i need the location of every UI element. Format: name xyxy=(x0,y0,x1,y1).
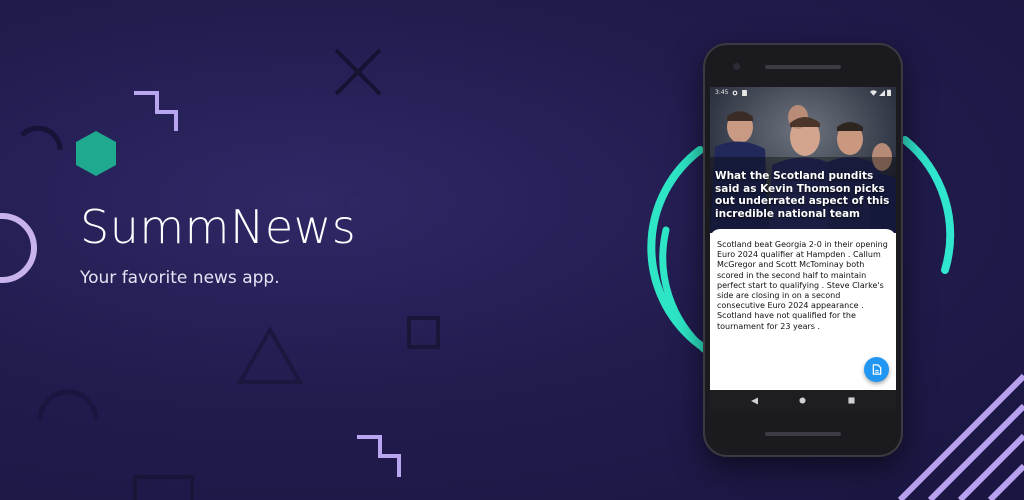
diagonal-stripe-4 xyxy=(987,463,1024,500)
triangle-decoration xyxy=(236,325,304,384)
wifi-icon xyxy=(870,89,877,96)
bottom-square-decoration xyxy=(133,475,194,500)
summary-fab-button[interactable] xyxy=(864,357,889,382)
phone-mockup: What the Scotland pundits said as Kevin … xyxy=(703,43,903,457)
lavender-ring-decoration xyxy=(0,213,37,283)
nav-home-button[interactable] xyxy=(793,394,813,408)
settings-icon xyxy=(733,90,738,95)
recents-icon xyxy=(848,397,855,404)
battery-icon xyxy=(887,89,891,96)
nav-recents-button[interactable] xyxy=(842,394,862,408)
teal-hexagon-decoration xyxy=(76,131,116,176)
front-camera xyxy=(733,63,740,70)
signal-icon xyxy=(879,89,885,96)
home-icon xyxy=(799,397,807,404)
sim-icon xyxy=(742,89,748,96)
zigzag-decoration-top xyxy=(134,91,178,131)
teal-arc-right xyxy=(901,136,955,274)
back-icon xyxy=(750,397,758,404)
article-headline[interactable]: What the Scotland pundits said as Kevin … xyxy=(715,170,893,220)
status-time: 3:45 xyxy=(715,89,729,96)
status-bar: 3:45 xyxy=(710,87,896,98)
article-hero-image[interactable]: What the Scotland pundits said as Kevin … xyxy=(710,87,896,233)
dark-square-decoration xyxy=(407,316,440,349)
phone-screen: What the Scotland pundits said as Kevin … xyxy=(710,87,896,411)
diagonal-stripe-3 xyxy=(957,433,1024,500)
phone-speaker xyxy=(765,65,841,69)
app-tagline: Your favorite news app. xyxy=(80,268,280,288)
zigzag-decoration-bottom xyxy=(357,435,401,477)
document-icon xyxy=(872,364,881,375)
dark-arc-decoration xyxy=(20,125,63,151)
android-nav-bar xyxy=(710,390,896,411)
semicircle-decoration xyxy=(37,389,99,421)
app-title: SummNews xyxy=(80,200,357,254)
nav-back-button[interactable] xyxy=(744,394,764,408)
article-summary: Scotland beat Georgia 2-0 in their openi… xyxy=(717,240,888,331)
teal-arc-lower xyxy=(659,226,709,354)
phone-chin-bar xyxy=(765,432,841,436)
